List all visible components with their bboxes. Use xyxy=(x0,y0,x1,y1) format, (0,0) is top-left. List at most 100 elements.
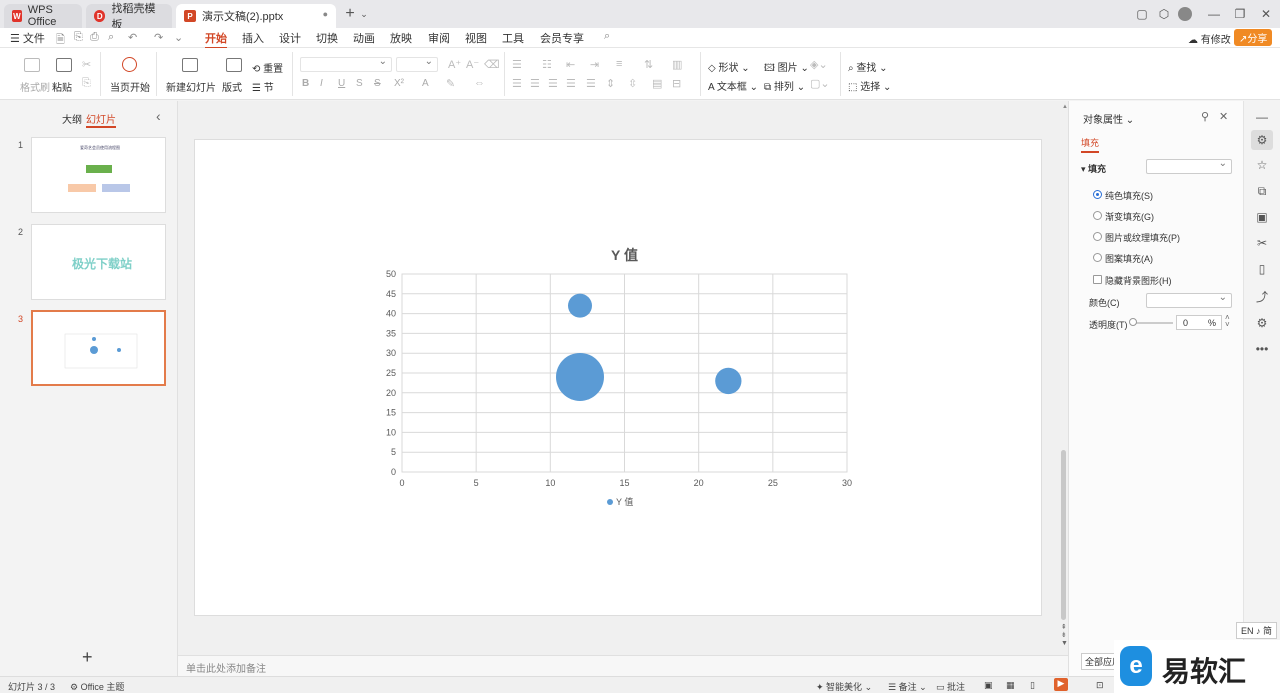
shadow-button[interactable]: S xyxy=(356,78,363,89)
outline-tab[interactable]: 大纲 xyxy=(62,111,82,126)
section-button[interactable]: ☰ 节 xyxy=(252,79,274,94)
hide-bg-checkbox[interactable] xyxy=(1093,275,1102,284)
highlight-icon[interactable]: ✎ xyxy=(446,77,455,90)
indent-increase-icon[interactable]: ⇥ xyxy=(590,58,599,71)
bubble-point[interactable] xyxy=(715,367,742,395)
superscript-button[interactable]: X² xyxy=(394,78,404,89)
reset-button[interactable]: ⟲ 重置 xyxy=(252,60,283,75)
format-painter-button[interactable]: 格式刷 xyxy=(20,79,50,94)
tab-tools[interactable]: 工具 xyxy=(502,30,524,46)
find-button[interactable]: ⌕ 查找 ⌄ xyxy=(848,59,888,74)
more-chevron-icon[interactable]: ⌄ xyxy=(174,31,183,44)
search-icon[interactable]: ⌕ xyxy=(604,30,610,43)
minimize-panel-icon[interactable]: — xyxy=(1255,110,1269,124)
new-slide-button[interactable]: 新建幻灯片 xyxy=(166,79,216,94)
textbox-button[interactable]: A 文本框 ⌄ xyxy=(708,78,758,93)
tools-icon[interactable]: ✂ xyxy=(1255,236,1269,250)
star-icon[interactable]: ☆ xyxy=(1255,158,1269,172)
has-changes-status[interactable]: ☁ 有修改 xyxy=(1188,31,1231,46)
bold-button[interactable]: B xyxy=(302,78,309,89)
tab-slideshow[interactable]: 放映 xyxy=(390,30,412,46)
picture-button[interactable]: 🖾 图片 ⌄ xyxy=(764,59,809,78)
align-left-icon[interactable]: ☰ xyxy=(512,77,522,90)
layout-button[interactable]: 版式 xyxy=(222,79,242,94)
text-direction-icon[interactable]: ⇕ xyxy=(606,77,615,90)
add-slide-button[interactable]: + xyxy=(82,647,93,668)
play-from-current-button[interactable]: 当页开始 xyxy=(110,79,150,94)
panel-title[interactable]: 对象属性 ⌄ xyxy=(1083,111,1134,126)
bubble-chart[interactable]: 0 5 10 15 20 25 30 35 40 45 50 0 5 10 15 20 25 30 Y 值 Y 值 xyxy=(195,140,1043,617)
picture-fill-radio[interactable] xyxy=(1093,232,1102,241)
stepper-icon[interactable]: ˄ ˅ xyxy=(1225,314,1230,329)
image-tool-icon[interactable]: ▣ xyxy=(1255,210,1269,224)
restore-icon[interactable]: ❐ xyxy=(1232,6,1248,22)
properties-icon[interactable]: ⚙ xyxy=(1251,130,1273,150)
strike-button[interactable]: S xyxy=(374,78,381,89)
tab-home[interactable]: 开始 xyxy=(205,30,227,49)
copy-style-icon[interactable]: ⧉ xyxy=(1255,184,1269,198)
tab-wps-office[interactable]: W WPS Office xyxy=(4,4,82,28)
undo-icon[interactable]: ↶ xyxy=(128,31,137,44)
vertical-align-icon[interactable]: ⇳ xyxy=(628,77,637,90)
solid-fill-radio[interactable] xyxy=(1093,190,1102,199)
tab-transition[interactable]: 切换 xyxy=(316,30,338,46)
transparency-slider[interactable] xyxy=(1131,322,1173,324)
page-nav-icon[interactable]: ⇞ ⇟ ▼ xyxy=(1061,624,1068,648)
fit-window-icon[interactable]: ⊡ xyxy=(1096,680,1104,691)
theme-button[interactable]: ⚙ Office 主题 xyxy=(70,680,124,693)
font-color-button[interactable]: A xyxy=(422,78,429,89)
tab-list-chevron-icon[interactable]: ⌄ xyxy=(356,6,372,22)
cut-icon[interactable]: ✂ xyxy=(82,58,91,71)
share-button[interactable]: ↗分享 xyxy=(1234,29,1273,46)
justify-icon[interactable]: ☰ xyxy=(566,77,576,90)
slide-thumbnail-2[interactable]: 极光下载站 xyxy=(31,224,166,300)
tab-template[interactable]: D 找稻壳模板 xyxy=(86,3,172,31)
sorter-view-icon[interactable]: ▦ xyxy=(1006,680,1015,691)
align-right-icon[interactable]: ☰ xyxy=(548,77,558,90)
fill-section-header[interactable]: ▾ 填充 xyxy=(1081,162,1106,175)
collapse-panel-icon[interactable]: ‹ xyxy=(156,108,161,124)
tab-insert[interactable]: 插入 xyxy=(242,30,264,46)
tab-member[interactable]: 会员专享 xyxy=(540,30,584,46)
font-grow-icon[interactable]: A⁺ xyxy=(448,58,461,71)
indent-decrease-icon[interactable]: ⇤ xyxy=(566,58,575,71)
underline-button[interactable]: U xyxy=(338,78,345,89)
normal-view-icon[interactable]: ▣ xyxy=(984,680,993,691)
tab-animation[interactable]: 动画 xyxy=(353,30,375,46)
tab-presentation[interactable]: P 演示文稿(2).pptx ● xyxy=(176,4,336,28)
slide-thumbnail-3[interactable] xyxy=(31,310,166,386)
ime-indicator[interactable]: EN ♪ 简 xyxy=(1236,622,1278,639)
line-spacing-icon[interactable]: ≡ xyxy=(616,58,622,70)
text-box-align-icon[interactable]: ▤ xyxy=(652,77,662,90)
file-menu[interactable]: ☰ 文件 xyxy=(10,30,45,46)
export-icon[interactable]: ⎘ xyxy=(74,31,83,44)
clear-format-icon[interactable]: ⌫ xyxy=(484,58,500,71)
window-tile-icon[interactable]: ▢ xyxy=(1134,6,1150,22)
font-size-select[interactable] xyxy=(396,56,438,72)
preview-icon[interactable]: ⌕ xyxy=(108,31,114,44)
convert-icon[interactable]: ⊟ xyxy=(672,77,681,90)
italic-button[interactable]: I xyxy=(320,78,323,89)
avatar[interactable] xyxy=(1178,7,1192,21)
columns-icon[interactable]: ▥ xyxy=(672,58,682,71)
select-button[interactable]: ⬚ 选择 ⌄ xyxy=(848,78,891,93)
paste-button[interactable]: 粘贴 xyxy=(52,79,72,94)
slideshow-play-icon[interactable]: ▶ xyxy=(1054,678,1068,691)
distribute-icon[interactable]: ☰ xyxy=(586,77,596,90)
align-center-icon[interactable]: ☰ xyxy=(530,77,540,90)
cube-icon[interactable]: ⬡ xyxy=(1156,6,1172,22)
tab-design[interactable]: 设计 xyxy=(279,30,301,46)
copy-icon[interactable]: ⎘ xyxy=(82,77,91,90)
transparency-slider-thumb[interactable] xyxy=(1129,318,1137,326)
gradient-fill-radio[interactable] xyxy=(1093,211,1102,220)
font-family-select[interactable] xyxy=(300,56,392,72)
close-panel-icon[interactable]: ✕ xyxy=(1219,110,1228,123)
settings-icon[interactable]: ⚙ xyxy=(1255,316,1269,330)
tab-close-dot-icon[interactable]: ● xyxy=(323,9,328,19)
reading-view-icon[interactable]: ▯ xyxy=(1030,680,1035,691)
vertical-scrollbar[interactable] xyxy=(1061,450,1066,620)
bullets-icon[interactable]: ☰ xyxy=(512,58,522,71)
scroll-up-icon[interactable]: ▲ xyxy=(1062,104,1068,110)
notes-area[interactable]: 单击此处添加备注 xyxy=(178,655,1068,676)
bubble-point[interactable] xyxy=(568,293,592,318)
